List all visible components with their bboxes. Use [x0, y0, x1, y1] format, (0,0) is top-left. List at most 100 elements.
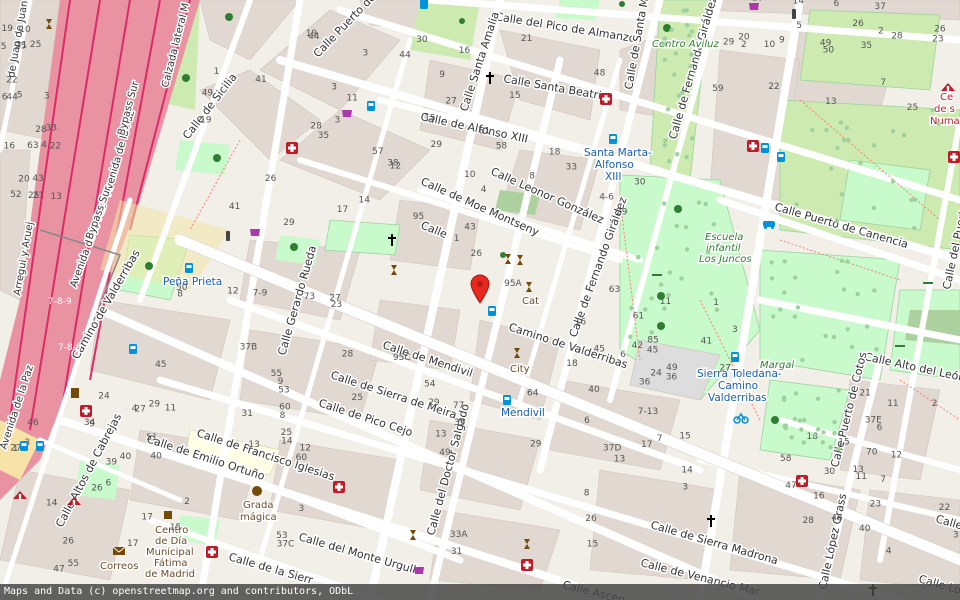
house-number: 47 [53, 564, 64, 574]
tree-dot [683, 225, 689, 230]
house-number: 47 [785, 481, 796, 491]
tree-dot [800, 357, 805, 363]
house-number: 16 [459, 46, 471, 56]
house-number: 36 [666, 373, 678, 383]
label-sierra-toledana-2: Camino [718, 380, 758, 392]
house-number: 58 [780, 454, 792, 464]
tree-dot [628, 334, 633, 339]
house-number: 41 [701, 336, 712, 346]
house-number: 26 [91, 484, 103, 494]
house-number: 8 [584, 488, 590, 498]
house-number: 46 [831, 514, 843, 524]
house-number: 95A [504, 279, 522, 289]
bus-stop-icon [129, 344, 137, 354]
house-number: 21 [859, 389, 870, 399]
house-number: 28 [803, 516, 815, 526]
tree-dot [684, 23, 690, 28]
house-number: 3 [953, 530, 959, 540]
house-number: 28 [342, 350, 354, 360]
house-number: 29 [428, 398, 440, 408]
tree-dot [769, 276, 775, 281]
playground-icon [771, 416, 779, 424]
house-number: 19 [306, 29, 318, 39]
house-number: 4 [886, 547, 892, 557]
house-number: 6 [877, 423, 883, 433]
tree-dot [890, 129, 896, 134]
house-number: 25 [15, 42, 26, 52]
health-icon [80, 405, 92, 417]
house-number: 10 [464, 170, 476, 180]
house-number: 18 [566, 359, 578, 369]
house-number: 3 [44, 91, 50, 101]
house-number: 35 [861, 41, 872, 51]
house-number: 40 [859, 524, 871, 534]
tree-dot [709, 291, 714, 296]
house-number: 4 [481, 185, 487, 195]
tree-dot [662, 201, 667, 206]
house-number: 40 [120, 452, 132, 462]
house-number: 6 [106, 478, 112, 488]
house-number: 23 [932, 34, 943, 44]
house-number: 15 [509, 91, 520, 101]
location-pin-icon[interactable] [470, 274, 490, 304]
house-number: 13 [435, 429, 446, 439]
tree-dot [872, 143, 877, 148]
house-number: 21 [521, 34, 532, 44]
picnic-icon [923, 282, 933, 284]
house-number: 50 [176, 283, 188, 293]
house-number: 29 [283, 218, 295, 228]
house-number: 35 [454, 418, 465, 428]
house-number: 51 [146, 433, 157, 443]
tree-dot [855, 291, 860, 297]
house-number: 29 [723, 37, 735, 47]
house-number: 19 [2, 24, 14, 34]
house-number: 29 [149, 399, 161, 409]
garden-icon [459, 18, 465, 24]
tree-dot [930, 108, 935, 113]
tree-dot [799, 427, 804, 432]
house-number: 20 [738, 32, 750, 42]
tree-dot [705, 249, 711, 255]
tree-dot [821, 430, 826, 435]
tree-dot [703, 201, 708, 207]
tree-dot [769, 260, 774, 265]
map-view[interactable]: Calle del Pico de Almanzor Calle Santa B… [0, 0, 960, 600]
house-number: 9 [779, 35, 785, 45]
label-escuela-3: Los Juncos [699, 254, 752, 265]
shop-icon [414, 567, 424, 574]
house-number: 20 [18, 175, 30, 185]
house-number: 37C [277, 540, 295, 550]
label-centro-dia-5: de Madrid [145, 569, 195, 580]
bus-stop-icon [367, 101, 375, 111]
house-number: 37 [874, 2, 885, 12]
playground-icon [657, 322, 665, 330]
tree-dot [838, 120, 844, 125]
house-number: 33 [566, 163, 577, 173]
tree-dot [792, 314, 798, 319]
house-number: 35 [318, 131, 329, 141]
tree-dot [711, 222, 716, 227]
house-number: 46 [27, 418, 39, 428]
bus-stop-icon [36, 441, 44, 451]
tree-dot [797, 418, 802, 423]
house-number: 4-6 [599, 193, 614, 203]
house-number: 61 [633, 312, 644, 322]
house-number: 58 [496, 142, 508, 152]
house-number: 3 [299, 504, 305, 514]
tree-dot [665, 107, 671, 112]
tree-dot [684, 247, 690, 252]
barrier-icon [226, 231, 230, 241]
tree-dot [801, 440, 806, 445]
garden-icon [619, 1, 625, 7]
tree-dot [666, 159, 672, 164]
tree-dot [901, 132, 907, 138]
shop-icon [250, 229, 260, 236]
tree-dot [913, 197, 918, 202]
house-number: 10 [764, 40, 776, 50]
health-icon [206, 546, 218, 558]
tree-dot [794, 202, 799, 207]
house-number: 6 [620, 350, 626, 360]
tree-dot [845, 327, 850, 332]
tree-dot [872, 288, 877, 293]
tree-dot [802, 417, 807, 423]
